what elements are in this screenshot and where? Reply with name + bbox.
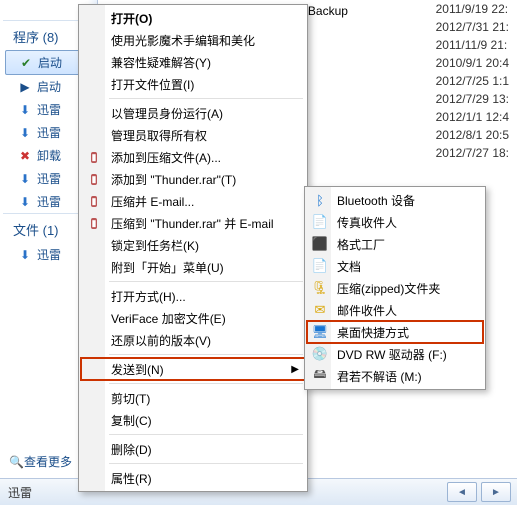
app-icon: ✔	[18, 55, 34, 71]
menu-item-label: 属性(R)	[111, 470, 152, 487]
submenu-item-label: 文档	[337, 258, 361, 275]
menu-item[interactable]: 打开方式(H)...	[81, 285, 305, 307]
submenu-item[interactable]: 📄 传真收件人	[307, 211, 483, 233]
search-icon: 🔍	[9, 455, 24, 469]
menu-item[interactable]: 打开(O)	[81, 7, 305, 29]
app-icon: ⬇	[17, 171, 33, 187]
menu-item-label: 管理员取得所有权	[111, 127, 207, 144]
menu-item[interactable]: 删除(D)	[81, 438, 305, 460]
menu-separator	[109, 383, 303, 384]
drive-icon: 🖴	[311, 367, 329, 385]
menu-item[interactable]: 使用光影魔术手编辑和美化	[81, 29, 305, 51]
menu-item-label: VeriFace 加密文件(E)	[111, 310, 226, 327]
rar-icon: ▮	[91, 174, 98, 185]
menu-item[interactable]: 兼容性疑难解答(Y)	[81, 51, 305, 73]
menu-item-label: 删除(D)	[111, 441, 152, 458]
desktop-icon: 🖥	[311, 323, 329, 341]
app-icon: ⬇	[17, 102, 33, 118]
menu-item[interactable]: VeriFace 加密文件(E)	[81, 307, 305, 329]
submenu-item[interactable]: ⬛ 格式工厂	[307, 233, 483, 255]
menu-item[interactable]: 还原以前的版本(V)	[81, 329, 305, 351]
submenu-item-label: 君若不解语 (M:)	[337, 368, 422, 385]
app-icon: ✖	[17, 148, 33, 164]
submenu-item-label: 格式工厂	[337, 236, 385, 253]
submenu-arrow-icon: ▶	[291, 364, 299, 375]
menu-item-label: 剪切(T)	[111, 390, 150, 407]
menu-item-label: 压缩到 "Thunder.rar" 并 E-mail	[111, 215, 274, 232]
nav-forward-button[interactable]: ►	[481, 482, 511, 502]
menu-separator	[109, 434, 303, 435]
date-column: 2011/9/19 22:2012/7/31 21: 2011/11/9 21:…	[436, 2, 509, 164]
document-icon: 📄	[311, 213, 329, 231]
dvd-icon: 💿	[311, 345, 329, 363]
bluetooth-icon: ᛒ	[311, 191, 329, 209]
submenu-item[interactable]: 📄 文档	[307, 255, 483, 277]
menu-item[interactable]: ▮ 压缩到 "Thunder.rar" 并 E-mail	[81, 212, 305, 234]
app-icon: ⬇	[17, 125, 33, 141]
submenu-item[interactable]: ᛒ Bluetooth 设备	[307, 189, 483, 211]
menu-separator	[109, 463, 303, 464]
menu-item-label: 打开(O)	[111, 10, 152, 27]
menu-item[interactable]: 复制(C)	[81, 409, 305, 431]
menu-item[interactable]: ▮ 添加到压缩文件(A)...	[81, 146, 305, 168]
menu-item[interactable]: 发送到(N) ▶	[81, 358, 305, 380]
sendto-submenu: ᛒ Bluetooth 设备 📄 传真收件人 ⬛ 格式工厂 📄 文档 🗜 压缩(zipped)文件…	[304, 186, 486, 390]
submenu-item[interactable]: ✉ 邮件收件人	[307, 299, 483, 321]
menu-item-label: 压缩并 E-mail...	[111, 193, 194, 210]
mail-icon: ✉	[311, 301, 329, 319]
rar-icon: ▮	[91, 152, 98, 163]
menu-item-label: 以管理员身份运行(A)	[111, 105, 223, 122]
menu-item[interactable]: 以管理员身份运行(A)	[81, 102, 305, 124]
menu-item[interactable]: 锁定到任务栏(K)	[81, 234, 305, 256]
submenu-item-label: 桌面快捷方式	[337, 324, 409, 341]
submenu-item[interactable]: 🖥 桌面快捷方式	[307, 321, 483, 343]
app-icon: ⬇	[17, 247, 33, 263]
submenu-item[interactable]: 🗜 压缩(zipped)文件夹	[307, 277, 483, 299]
menu-item[interactable]: 附到「开始」菜单(U)	[81, 256, 305, 278]
document-icon: 📄	[311, 257, 329, 275]
menu-item[interactable]: 剪切(T)	[81, 387, 305, 409]
submenu-item-label: DVD RW 驱动器 (F:)	[337, 346, 447, 363]
submenu-item[interactable]: 💿 DVD RW 驱动器 (F:)	[307, 343, 483, 365]
menu-item-label: 使用光影魔术手编辑和美化	[111, 32, 255, 49]
taskbar-search-label[interactable]: 迅雷	[8, 484, 32, 501]
menu-item-label: 锁定到任务栏(K)	[111, 237, 199, 254]
menu-item[interactable]: 属性(R)	[81, 467, 305, 489]
see-more-link[interactable]: 🔍 查看更多	[9, 453, 72, 470]
menu-item[interactable]: ▮ 添加到 "Thunder.rar"(T)	[81, 168, 305, 190]
menu-item[interactable]: ▮ 压缩并 E-mail...	[81, 190, 305, 212]
menu-separator	[109, 354, 303, 355]
submenu-item-label: 邮件收件人	[337, 302, 397, 319]
rar-icon: ▮	[91, 196, 98, 207]
menu-item-label: 添加到压缩文件(A)...	[111, 149, 221, 166]
zip-icon: 🗜	[311, 279, 329, 297]
nav-back-button[interactable]: ◄	[447, 482, 477, 502]
menu-item-label: 发送到(N)	[111, 361, 164, 378]
menu-item[interactable]: 管理员取得所有权	[81, 124, 305, 146]
app-icon: ⬇	[17, 194, 33, 210]
submenu-item[interactable]: 🖴 君若不解语 (M:)	[307, 365, 483, 387]
app-icon: ▶	[17, 79, 33, 95]
menu-item-label: 附到「开始」菜单(U)	[111, 259, 224, 276]
menu-item-label: 添加到 "Thunder.rar"(T)	[111, 171, 236, 188]
menu-item-label: 兼容性疑难解答(Y)	[111, 54, 211, 71]
menu-item[interactable]: 打开文件位置(I)	[81, 73, 305, 95]
menu-item-label: 复制(C)	[111, 412, 152, 429]
menu-item-label: 打开方式(H)...	[111, 288, 186, 305]
menu-item-label: 打开文件位置(I)	[111, 76, 194, 93]
submenu-item-label: 压缩(zipped)文件夹	[337, 280, 440, 297]
submenu-item-label: 传真收件人	[337, 214, 397, 231]
menu-separator	[109, 281, 303, 282]
menu-separator	[109, 98, 303, 99]
submenu-item-label: Bluetooth 设备	[337, 192, 415, 209]
format-factory-icon: ⬛	[311, 235, 329, 253]
menu-item-label: 还原以前的版本(V)	[111, 332, 211, 349]
rar-icon: ▮	[91, 218, 98, 229]
context-menu: 打开(O) 使用光影魔术手编辑和美化兼容性疑难解答(Y) 打开文件位置(I) 以管理员…	[78, 4, 308, 492]
